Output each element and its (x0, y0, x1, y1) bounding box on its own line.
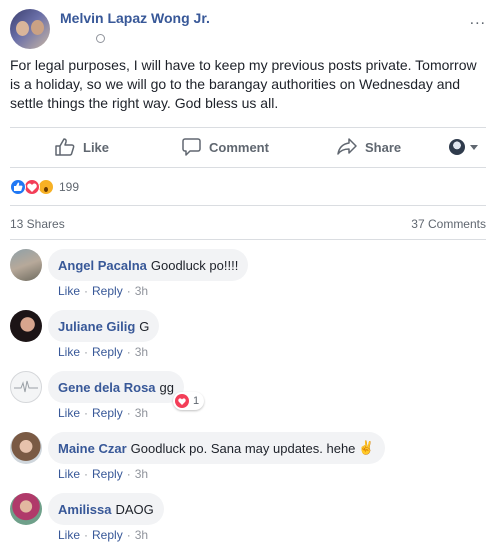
commenter-avatar[interactable] (10, 493, 42, 525)
user-avatar (449, 139, 465, 155)
victory-hand-icon: ✌ (358, 440, 375, 455)
action-bar: Like Comment Share (10, 133, 486, 161)
separator: · (84, 345, 89, 359)
share-label: Share (365, 139, 402, 155)
like-reaction-icon (10, 179, 26, 195)
post-header: Melvin Lapaz Wong Jr. ... (10, 9, 486, 49)
share-button[interactable]: Share (337, 133, 401, 161)
separator: · (126, 406, 131, 420)
separator: · (126, 284, 131, 298)
commenter-name[interactable]: Angel Pacalna (58, 258, 147, 273)
comment-like-link[interactable]: Like (58, 467, 80, 481)
comment-bubble-icon (182, 138, 201, 156)
post-as-selector[interactable] (449, 139, 478, 155)
comment-text: Goodluck po!!!! (150, 257, 239, 273)
comment-reply-link[interactable]: Reply (92, 345, 123, 359)
comment-actions: Like · Reply · 3h (58, 406, 148, 420)
comment-actions: Like · Reply · 3h (58, 467, 148, 481)
commenter-avatar[interactable] (10, 249, 42, 281)
comment-timestamp[interactable]: 3h (135, 406, 148, 420)
divider (10, 239, 486, 240)
commenter-avatar[interactable] (10, 310, 42, 342)
comment-like-link[interactable]: Like (58, 284, 80, 298)
comment-reply-link[interactable]: Reply (92, 467, 123, 481)
author-avatar[interactable] (10, 9, 50, 49)
love-reaction-icon (24, 179, 40, 195)
comment-item: Amilissa DAOG Like · Reply · 3h (10, 493, 486, 543)
comment-like-link[interactable]: Like (58, 406, 80, 420)
divider (10, 167, 486, 168)
separator: · (84, 528, 89, 542)
chevron-down-icon (470, 144, 478, 150)
comment-bubble: Angel Pacalna Goodluck po!!!! (48, 249, 249, 281)
comment-timestamp[interactable]: 3h (135, 467, 148, 481)
comment-actions: Like · Reply · 3h (58, 284, 148, 298)
separator: · (126, 528, 131, 542)
more-options-icon[interactable]: ... (470, 11, 486, 29)
commenter-avatar[interactable] (10, 371, 42, 403)
comment-reaction-count: 1 (193, 395, 200, 407)
comment-bubble: Amilissa DAOG (48, 493, 164, 525)
globe-icon[interactable] (96, 34, 105, 43)
reaction-count[interactable]: 199 (59, 180, 79, 194)
commenter-name[interactable]: Amilissa (58, 502, 111, 517)
comment-bubble: Maine Czar Goodluck po. Sana may updates… (48, 432, 385, 464)
thumbs-up-icon (55, 138, 75, 156)
separator: · (126, 345, 131, 359)
shares-count[interactable]: 13 Shares (10, 217, 65, 231)
comment-text: DAOG (115, 501, 154, 517)
share-arrow-icon (337, 138, 357, 155)
comment-item: Angel Pacalna Goodluck po!!!! Like · Reply… (10, 249, 486, 307)
like-button[interactable]: Like (55, 133, 109, 161)
wow-reaction-icon (38, 179, 54, 195)
comment-item: Maine Czar Goodluck po. Sana may updates… (10, 432, 486, 490)
comment-reply-link[interactable]: Reply (92, 284, 123, 298)
separator: · (84, 467, 89, 481)
comment-label: Comment (209, 139, 269, 155)
comment-reply-link[interactable]: Reply (92, 528, 123, 542)
post-text: For legal purposes, I will have to keep … (10, 57, 477, 111)
comment-button[interactable]: Comment (182, 133, 269, 161)
comment-like-link[interactable]: Like (58, 345, 80, 359)
commenter-avatar[interactable] (10, 432, 42, 464)
comment-item: Gene dela Rosa gg 1 Like · Reply · 3h (10, 371, 486, 429)
comment-timestamp[interactable]: 3h (135, 284, 148, 298)
reactions-summary[interactable]: 199 (10, 179, 79, 195)
comment-actions: Like · Reply · 3h (58, 345, 148, 359)
comment-reply-link[interactable]: Reply (92, 406, 123, 420)
comment-reaction-badge[interactable]: 1 (173, 392, 205, 410)
separator: · (84, 406, 89, 420)
author-name[interactable]: Melvin Lapaz Wong Jr. (60, 10, 210, 26)
comments-count[interactable]: 37 Comments (411, 217, 486, 231)
separator: · (126, 467, 131, 481)
commenter-name[interactable]: Gene dela Rosa (58, 380, 156, 395)
love-reaction-icon (175, 394, 189, 408)
comment-actions: Like · Reply · 3h (58, 528, 148, 542)
commenter-name[interactable]: Juliane Gilig (58, 319, 135, 334)
comment-like-link[interactable]: Like (58, 528, 80, 542)
comment-text: G (139, 318, 150, 334)
comment-bubble: Gene dela Rosa gg (48, 371, 185, 403)
comment-timestamp[interactable]: 3h (135, 345, 148, 359)
comment-timestamp[interactable]: 3h (135, 528, 148, 542)
comment-text: Goodluck po. Sana may updates. hehe (130, 440, 356, 456)
divider (10, 127, 486, 128)
separator: · (84, 284, 89, 298)
like-label: Like (83, 139, 110, 155)
divider (10, 205, 486, 206)
commenter-name[interactable]: Maine Czar (58, 441, 127, 456)
comment-item: Juliane Gilig G Like · Reply · 3h (10, 310, 486, 368)
comment-text: gg (159, 379, 175, 395)
comment-bubble: Juliane Gilig G (48, 310, 160, 342)
